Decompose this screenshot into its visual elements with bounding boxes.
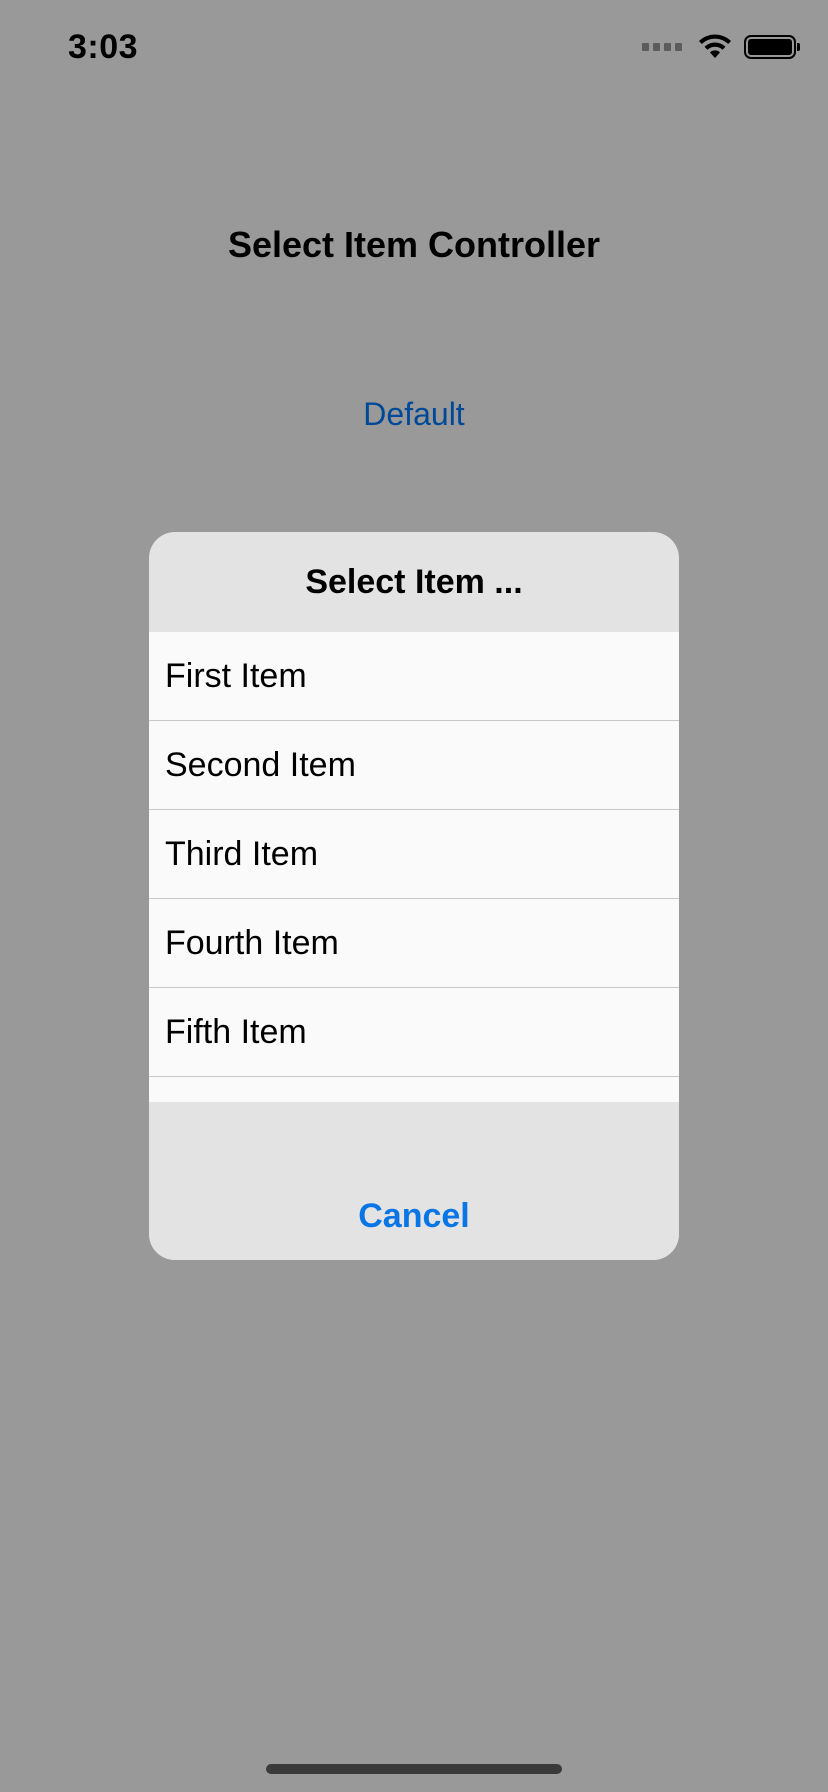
select-item-alert: Select Item ... First Item Second Item T… — [149, 532, 679, 1260]
list-item[interactable]: Fourth Item — [149, 899, 679, 988]
home-indicator[interactable] — [266, 1764, 562, 1774]
list-item[interactable]: Third Item — [149, 810, 679, 899]
list-item[interactable] — [149, 1077, 679, 1102]
list-item[interactable]: First Item — [149, 632, 679, 721]
alert-title: Select Item ... — [305, 562, 523, 601]
cancel-button[interactable]: Cancel — [149, 1172, 679, 1260]
item-list[interactable]: First Item Second Item Third Item Fourth… — [149, 632, 679, 1102]
list-item[interactable]: Fifth Item — [149, 988, 679, 1077]
list-item[interactable]: Second Item — [149, 721, 679, 810]
